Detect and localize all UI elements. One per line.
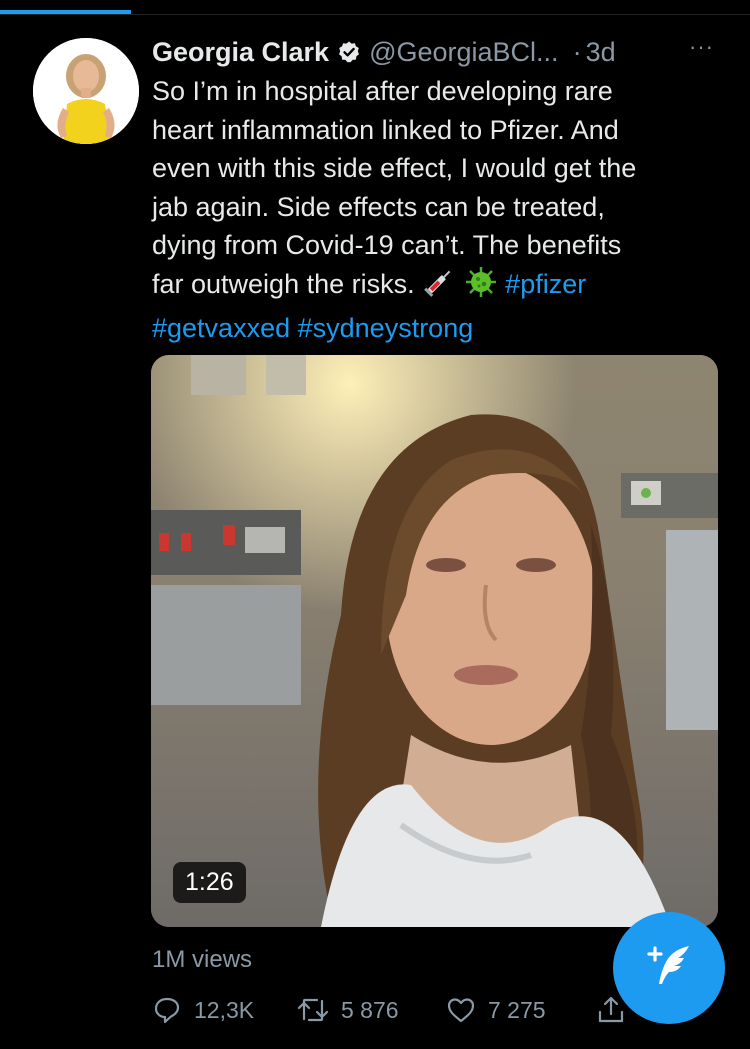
separator-dot: · — [572, 36, 582, 67]
compose-tweet-button[interactable] — [613, 912, 725, 1024]
tweet-header: Georgia Clark @GeorgiaBCl... · 3d ··· — [152, 32, 720, 72]
tweet-text-line-with-hashtag: far outweigh the risks. #pfizer — [152, 265, 727, 310]
retweet-icon — [297, 995, 341, 1025]
divider — [0, 14, 750, 15]
video-duration: 1:26 — [173, 862, 246, 903]
tweet-text-line: So I’m in hospital after developing rare — [152, 76, 613, 106]
avatar[interactable] — [33, 38, 139, 144]
like-icon — [446, 995, 488, 1025]
microbe-emoji — [464, 265, 498, 310]
reply-count: 12,3K — [194, 996, 255, 1023]
reply-button[interactable]: 12,3K — [152, 990, 254, 1030]
author-name[interactable]: Georgia Clark — [152, 37, 329, 68]
retweet-button[interactable]: 5 876 — [297, 990, 399, 1030]
view-count: 1M views — [152, 946, 253, 973]
syringe-emoji — [422, 265, 456, 310]
like-button[interactable]: 7 275 — [446, 990, 546, 1030]
video-media[interactable]: 1:26 — [151, 355, 718, 927]
tweet-page: Georgia Clark @GeorgiaBCl... · 3d ··· So… — [0, 0, 750, 1049]
more-icon[interactable]: ··· — [689, 34, 714, 60]
tweet-text-line: far outweigh the risks. — [152, 268, 415, 299]
reply-icon — [152, 995, 194, 1025]
tweet-text: So I’m in hospital after developing rare… — [152, 72, 727, 348]
tweet-text-line-hashtags: #getvaxxed #sydneystrong — [152, 309, 727, 348]
tweet-text-line: jab again. Side effects can be treated, — [152, 191, 605, 222]
tweet-text-line: heart inflammation linked to Pfizer. And — [152, 114, 619, 145]
verified-icon — [337, 40, 361, 64]
tweet-text-line: even with this side effect, I would get … — [152, 153, 637, 183]
tweet-time[interactable]: 3d — [586, 37, 616, 68]
author-handle[interactable]: @GeorgiaBCl... — [369, 37, 558, 68]
hashtag-link[interactable]: #sydneystrong — [298, 313, 474, 343]
compose-tweet-icon — [641, 938, 697, 999]
tweet-actions: 12,3K 5 876 7 275 — [152, 990, 632, 1030]
hashtag-link[interactable]: #getvaxxed — [152, 313, 290, 343]
retweet-count: 5 876 — [341, 996, 399, 1023]
hashtag-link[interactable]: #pfizer — [505, 269, 586, 299]
like-count: 7 275 — [488, 996, 546, 1023]
tweet-text-line: dying from Covid-19 can’t. The benefits — [152, 230, 622, 260]
